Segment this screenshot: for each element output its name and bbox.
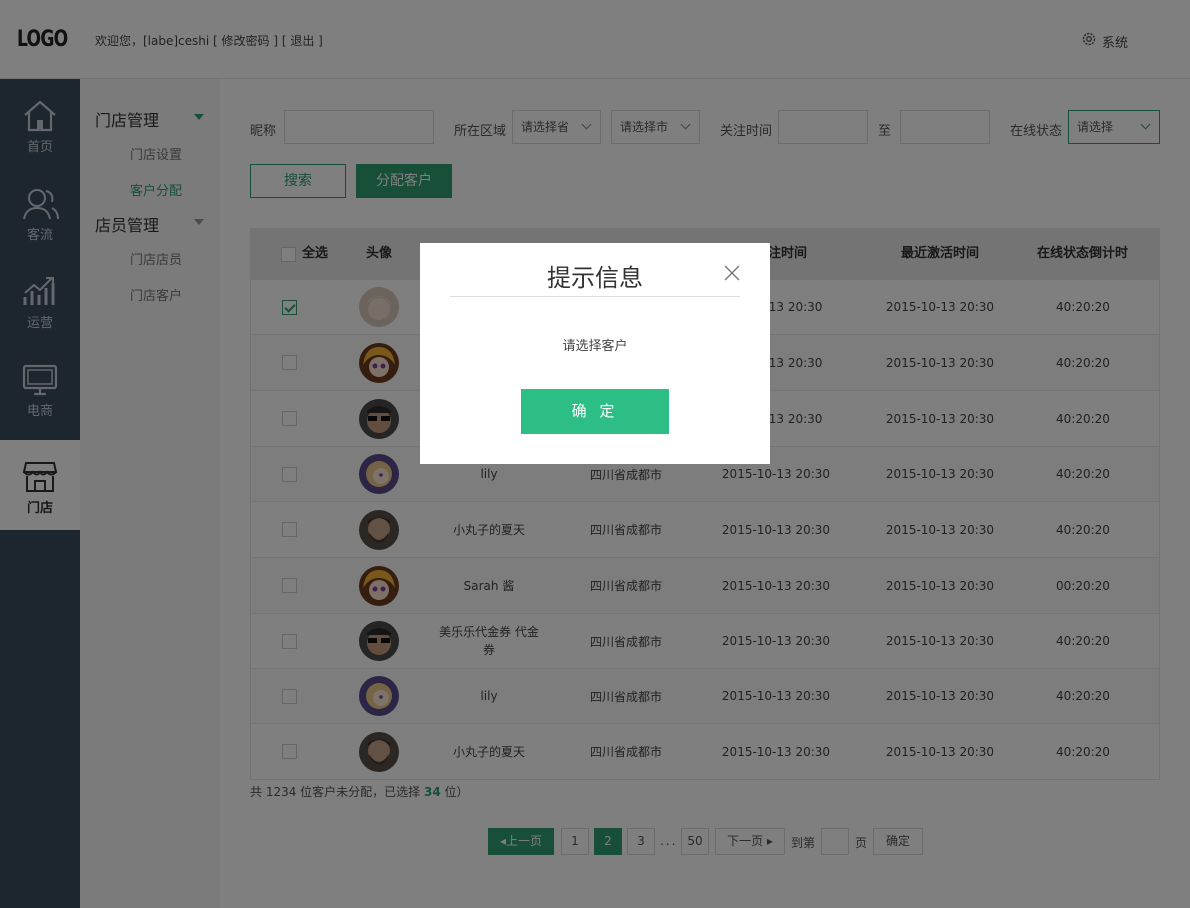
dialog-divider xyxy=(450,296,740,297)
dialog-ok-button[interactable]: 确 定 xyxy=(521,389,669,434)
alert-dialog: 提示信息 请选择客户 确 定 xyxy=(420,243,770,464)
dialog-message: 请选择客户 xyxy=(562,339,628,354)
close-icon[interactable] xyxy=(722,263,742,283)
dialog-title: 提示信息 xyxy=(547,264,643,292)
